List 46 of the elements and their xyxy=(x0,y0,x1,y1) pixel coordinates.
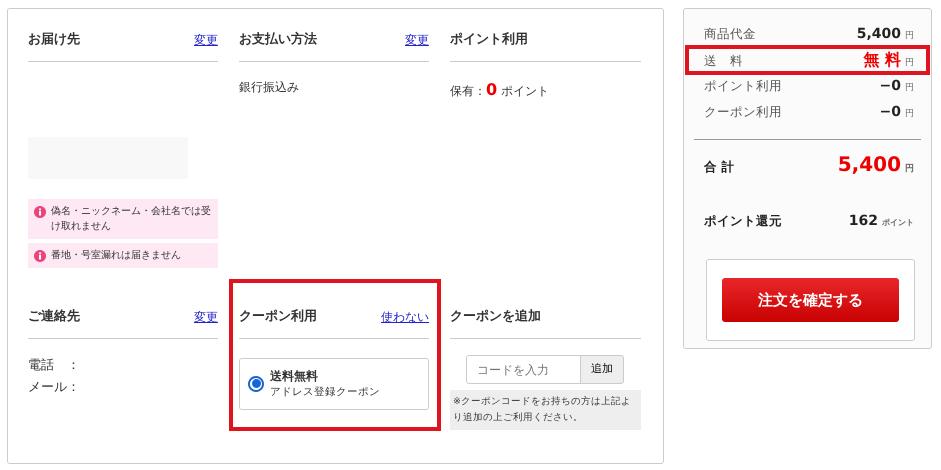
summary-value: 5,400 xyxy=(856,26,901,42)
summary-label: ポイント利用 xyxy=(704,77,782,95)
info-icon xyxy=(34,250,46,262)
summary-label: クーポン利用 xyxy=(704,103,782,121)
section-title: クーポン利用 xyxy=(239,308,317,326)
summary-label: 商品代金 xyxy=(704,25,756,43)
unit-label: 円 xyxy=(905,58,914,68)
summary-value: 162 xyxy=(848,213,878,229)
section-title: ポイント利用 xyxy=(450,31,528,50)
summary-value: 5,400 xyxy=(838,152,901,176)
contact-label: メール： xyxy=(28,379,81,397)
points-unit: ポイント xyxy=(501,83,550,100)
points-label: 保有： xyxy=(450,83,486,100)
change-link[interactable]: 使わない xyxy=(381,308,429,326)
summary-value: −0 xyxy=(880,78,901,94)
summary-value: −0 xyxy=(880,104,901,120)
coupon-description: アドレス登録クーポン xyxy=(270,385,380,400)
unit-label: 円 xyxy=(905,31,914,41)
section-title: ご連絡先 xyxy=(28,308,80,326)
summary-label: 合 計 xyxy=(704,158,734,176)
change-link[interactable]: 変更 xyxy=(194,308,218,326)
section-title: お届け先 xyxy=(28,31,80,50)
notice-text: 番地・号室漏れは届きません xyxy=(51,248,181,263)
summary-value: 無 料 xyxy=(863,50,901,69)
unit-label: ポイント xyxy=(882,218,914,227)
unit-label: 円 xyxy=(905,109,914,119)
change-link[interactable]: 変更 xyxy=(194,31,218,49)
confirm-order-button[interactable]: 注文を確定する xyxy=(722,278,899,322)
points-value: 0 xyxy=(486,79,498,101)
info-icon xyxy=(34,206,46,218)
section-title: クーポンを追加 xyxy=(450,308,541,326)
unit-label: 円 xyxy=(905,164,914,174)
add-button[interactable]: 追加 xyxy=(581,355,624,384)
change-link[interactable]: 変更 xyxy=(405,31,429,49)
summary-label: 送 料 xyxy=(704,52,743,70)
section-title: お支払い方法 xyxy=(239,30,317,50)
note-text: ※クーポンコードをお持ちの方は上記より追加の上ご利用ください。 xyxy=(450,390,641,430)
coupon-option[interactable]: 送料無料 アドレス登録クーポン xyxy=(239,358,429,410)
code-input-field[interactable]: コードを入力 xyxy=(466,355,581,384)
payment-method: 銀行振込み xyxy=(239,79,300,96)
contact-label: 電話 ： xyxy=(28,357,81,375)
notice-text: 偽名・ニックネーム・会社名では受け取れません xyxy=(51,204,212,234)
unit-label: 円 xyxy=(905,83,914,93)
radio-button[interactable] xyxy=(248,376,264,392)
coupon-name: 送料無料 xyxy=(270,368,319,385)
summary-label: ポイント還元 xyxy=(704,212,782,230)
